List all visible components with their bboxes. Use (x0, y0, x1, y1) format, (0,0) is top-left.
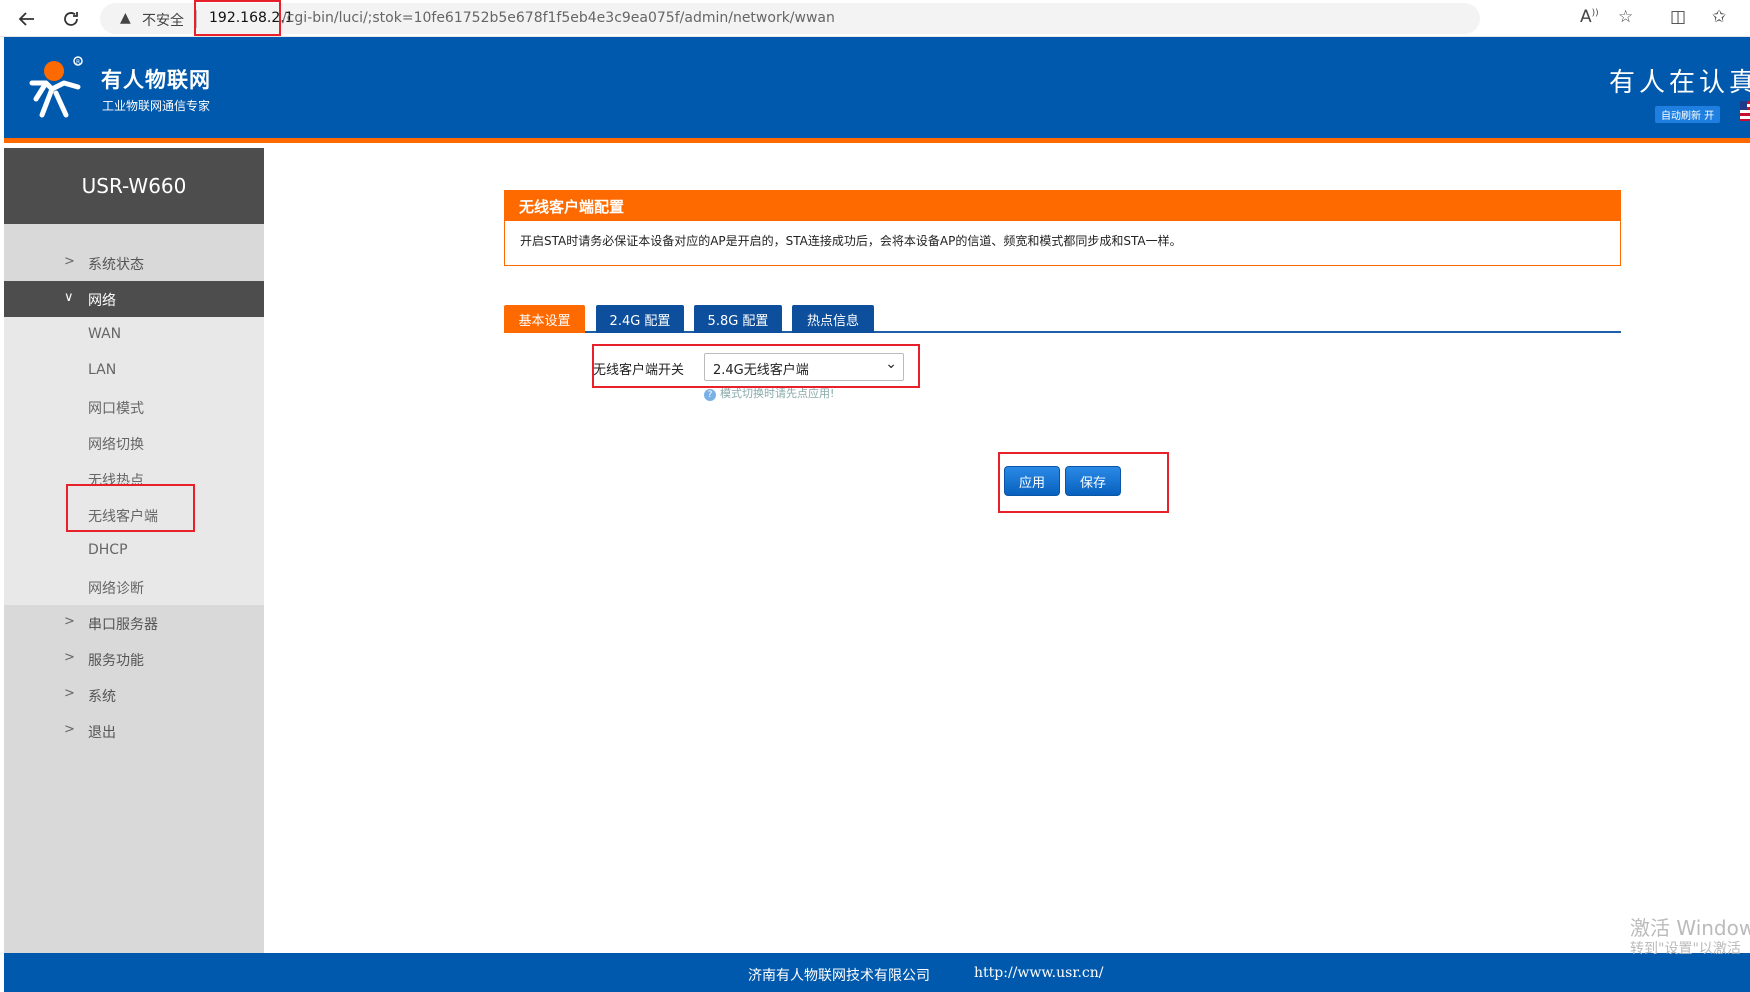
svg-text:R: R (76, 59, 80, 66)
sidebar-item-services[interactable]: > 服务功能 (4, 641, 264, 677)
auto-refresh-toggle[interactable]: 自动刷新 开 (1655, 106, 1721, 123)
split-screen-icon[interactable]: ◫ (1670, 7, 1686, 27)
brand-slogan: 工业物联网通信专家 (102, 99, 211, 113)
sidebar-subitem-wan[interactable]: WAN (4, 317, 264, 353)
us-flag-icon[interactable] (1740, 101, 1750, 121)
footer-url[interactable]: http://www.usr.cn/ (974, 965, 1104, 981)
sidebar-subitem-dhcp[interactable]: DHCP (4, 533, 264, 569)
sidebar-subitem-label: WAN (88, 326, 122, 342)
chevron-down-icon: ∨ (64, 290, 74, 305)
sidebar-subitem-label: 网口模式 (88, 401, 144, 417)
notice-title: 无线客户端配置 (505, 191, 1620, 221)
header-title: 有人在认真 (1609, 68, 1750, 98)
sidebar-subitem-label: DHCP (88, 542, 128, 558)
network-submenu: WAN LAN 网口模式 网络切换 无线热点 无线客户端 DHCP 网络诊断 (4, 317, 264, 605)
sidebar-item-system[interactable]: > 系统 (4, 677, 264, 713)
sidebar-item-label: 服务功能 (88, 653, 144, 669)
chevron-right-icon: > (64, 722, 75, 737)
sidebar-subitem-lan[interactable]: LAN (4, 353, 264, 389)
refresh-icon[interactable] (58, 6, 84, 32)
back-icon[interactable] (14, 6, 40, 32)
read-aloud-icon[interactable]: A)) (1580, 7, 1599, 27)
sidebar-item-system-status[interactable]: > 系统状态 (4, 245, 264, 281)
favorites-list-icon[interactable]: ✩ (1712, 7, 1726, 27)
chevron-right-icon: > (64, 650, 75, 665)
sidebar-item-logout[interactable]: > 退出 (4, 713, 264, 749)
windows-activation-watermark: 激活 Window (1630, 916, 1750, 940)
footer-company: 济南有人物联网技术有限公司 (748, 968, 930, 984)
security-label[interactable]: 不安全 (142, 10, 184, 30)
warning-icon[interactable]: ▲ (120, 10, 131, 26)
sidebar-subitem-label: 网络诊断 (88, 581, 144, 597)
sidebar-menu-rest: > 串口服务器 > 服务功能 > 系统 > 退出 (4, 605, 264, 749)
site-header: R 有人物联网 工业物联网通信专家 有人在认真 自动刷新 开 (4, 37, 1750, 143)
config-notice: 无线客户端配置 开启STA时请务必保证本设备对应的AP是开启的，STA连接成功后… (504, 190, 1621, 266)
sidebar-item-label: 网络 (88, 293, 116, 309)
hint-text: 模式切换时请先点应用! (720, 387, 835, 400)
url-path[interactable]: /cgi-bin/luci/;stok=10fe61752b5e678f1f5e… (282, 10, 835, 26)
chevron-right-icon: > (64, 254, 75, 269)
sidebar-subitem-port-mode[interactable]: 网口模式 (4, 389, 264, 425)
sidebar-item-label: 系统状态 (88, 257, 144, 273)
annotation-box-buttons (998, 452, 1169, 513)
tab-2-4g-config[interactable]: 2.4G 配置 (596, 305, 684, 333)
notice-text: 开启STA时请务必保证本设备对应的AP是开启的，STA连接成功后，会将本设备AP… (520, 234, 1182, 248)
sidebar-subitem-network-switch[interactable]: 网络切换 (4, 425, 264, 461)
annotation-box-switch (592, 344, 920, 388)
config-tabs: 基本设置 2.4G 配置 5.8G 配置 热点信息 (504, 305, 1621, 333)
sidebar-subitem-label: 网络切换 (88, 437, 144, 453)
sidebar-item-serial-server[interactable]: > 串口服务器 (4, 605, 264, 641)
favorite-star-icon[interactable]: ☆ (1618, 7, 1633, 27)
brand-name: 有人物联网 (101, 68, 211, 92)
sidebar-item-label: 串口服务器 (88, 617, 158, 633)
chevron-right-icon: > (64, 686, 75, 701)
annotation-box-sidebar (66, 484, 195, 532)
logo-icon: R (24, 53, 88, 123)
sidebar-item-label: 退出 (88, 725, 116, 741)
tab-basic-settings[interactable]: 基本设置 (504, 305, 585, 333)
windows-activation-watermark-sub: 转到"设置"以激活 (1630, 941, 1741, 957)
sidebar-subitem-label: LAN (88, 362, 117, 378)
sidebar-item-label: 系统 (88, 689, 116, 705)
sidebar-subitem-network-diagnostics[interactable]: 网络诊断 (4, 569, 264, 605)
device-model: USR-W660 (4, 148, 264, 224)
annotation-box-url (194, 0, 281, 36)
site-footer: 济南有人物联网技术有限公司 http://www.usr.cn/ (4, 953, 1750, 992)
chevron-right-icon: > (64, 614, 75, 629)
tab-hotspot-info[interactable]: 热点信息 (792, 305, 874, 333)
sidebar-item-network[interactable]: ∨ 网络 (4, 281, 264, 317)
sidebar: USR-W660 > 系统状态 ∨ 网络 WAN LAN 网口模式 网络切换 无… (4, 148, 264, 953)
tab-5-8g-config[interactable]: 5.8G 配置 (694, 305, 782, 333)
info-icon: ? (704, 389, 716, 401)
